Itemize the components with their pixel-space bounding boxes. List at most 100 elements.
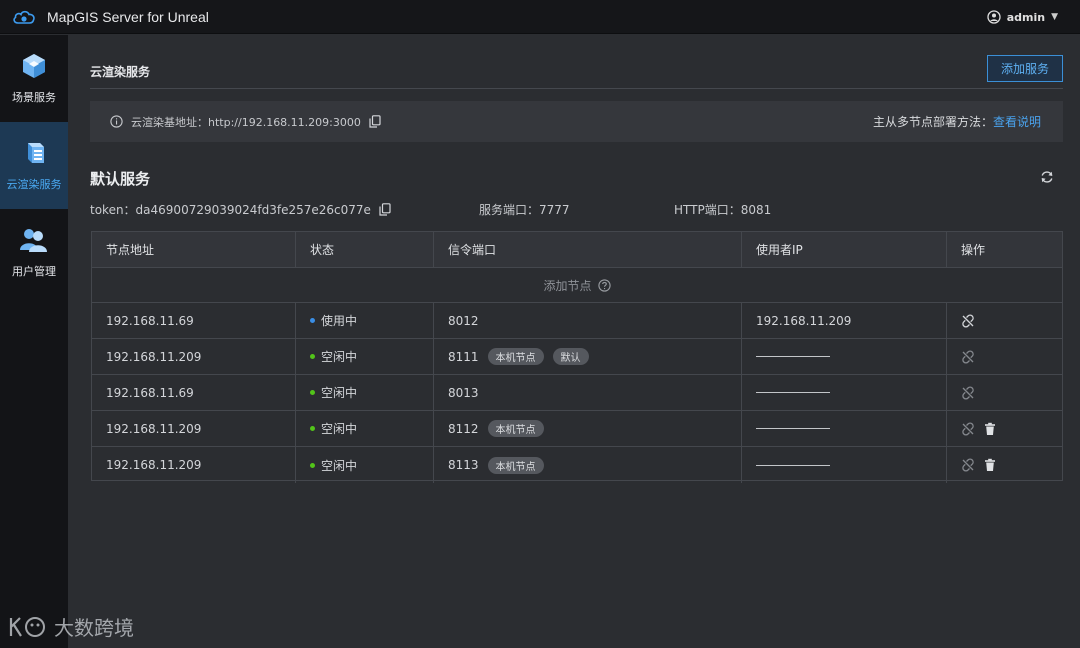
column-header: 使用者IP	[742, 232, 947, 267]
trash-icon[interactable]	[983, 422, 997, 436]
add-node-label: 添加节点	[543, 278, 592, 293]
sidebar-item-scene-service[interactable]: 场景服务	[0, 35, 68, 122]
title-divider	[90, 88, 1063, 89]
actions-cell	[947, 303, 1062, 338]
node-address-cell: 192.168.11.69	[92, 303, 296, 338]
column-header: 节点地址	[92, 232, 296, 267]
status-dot	[310, 426, 315, 431]
status-text: 空闲中	[321, 458, 358, 473]
status-text: 空闲中	[321, 386, 358, 400]
deploy-help: 主从多节点部署方法： 查看说明	[873, 101, 1041, 142]
unlink-icon[interactable]	[961, 421, 975, 436]
chevron-down-icon: ▼	[1051, 12, 1058, 22]
unlink-icon[interactable]	[961, 313, 975, 328]
table-row: 192.168.11.209 空闲中 8113 本机节点	[92, 447, 1062, 483]
user-icon	[987, 10, 1001, 24]
status-text: 空闲中	[321, 422, 358, 436]
table-row: 192.168.11.209 空闲中 8111 本机节点 默认	[92, 339, 1062, 375]
sidebar: 场景服务 云渲染服务 用户管理	[0, 35, 68, 648]
node-address-cell: 192.168.11.209	[92, 339, 296, 374]
view-instructions-link[interactable]: 查看说明	[993, 113, 1041, 130]
unlink-icon[interactable]	[961, 349, 975, 364]
node-address-cell: 192.168.11.209	[92, 411, 296, 446]
column-header: 操作	[961, 243, 986, 257]
signal-port: 8112	[448, 421, 479, 436]
add-node-row[interactable]: 添加节点	[92, 268, 1062, 303]
signal-port: 8113	[448, 458, 479, 472]
watermark-text: 大数跨境	[54, 616, 134, 640]
trash-icon[interactable]	[983, 458, 997, 472]
status-cell: 空闲中	[296, 411, 434, 446]
status-text: 空闲中	[321, 350, 358, 364]
token-field: token：da46900729039024fd3fe257e26c077e	[90, 201, 391, 218]
status-dot	[310, 462, 315, 468]
status-cell: 空闲中	[296, 375, 434, 410]
watermark: 大数跨境	[8, 612, 134, 641]
status-dot	[310, 318, 315, 323]
signal-port: 8111	[448, 349, 479, 364]
app-title: MapGIS Server for Unreal	[47, 8, 209, 25]
user-ip-cell	[742, 339, 947, 374]
service-title: 默认服务	[90, 170, 151, 188]
actions-cell	[947, 375, 1062, 410]
nodes-table: 节点地址 状态 信令端口 使用者IP 操作 添加节点 192.168.11.69…	[91, 231, 1063, 483]
unlink-icon[interactable]	[961, 458, 975, 472]
signal-port-cell: 8013	[434, 375, 742, 410]
node-address-cell: 192.168.11.69	[92, 375, 296, 410]
server-icon	[20, 139, 48, 167]
status-dot	[310, 390, 315, 395]
status-cell: 空闲中	[296, 339, 434, 374]
copy-icon[interactable]	[379, 203, 391, 216]
user-ip-cell	[742, 411, 947, 446]
user-name: admin	[1006, 10, 1046, 24]
signal-port: 8012	[448, 313, 479, 328]
page-title: 云渲染服务	[90, 65, 151, 79]
sidebar-item-label: 云渲染服务	[6, 178, 62, 191]
refresh-icon[interactable]	[1040, 170, 1054, 184]
add-service-button[interactable]: 添加服务	[987, 55, 1063, 82]
column-header: 信令端口	[434, 232, 742, 267]
sidebar-item-label: 用户管理	[12, 265, 56, 278]
signal-port-cell: 8112 本机节点	[434, 411, 742, 446]
node-address: 192.168.11.69	[106, 313, 194, 328]
signal-port: 8013	[448, 385, 479, 400]
help-icon[interactable]	[597, 278, 611, 292]
base-url-text: 云渲染基地址：http://192.168.11.209:3000	[131, 115, 361, 129]
node-address: 192.168.11.209	[106, 458, 202, 472]
status-cell: 使用中	[296, 303, 434, 338]
copy-icon[interactable]	[369, 115, 381, 128]
node-address: 192.168.11.69	[106, 385, 194, 400]
actions-cell	[947, 339, 1062, 374]
watermark-logo-icon	[8, 613, 48, 641]
unlink-icon[interactable]	[961, 385, 975, 400]
sidebar-item-label: 场景服务	[12, 91, 56, 104]
table-row: 192.168.11.209 空闲中 8112 本机节点	[92, 411, 1062, 447]
empty-dash	[756, 392, 830, 393]
info-icon	[110, 115, 123, 128]
status-dot	[310, 354, 315, 359]
node-tag: 默认	[552, 348, 589, 365]
node-tag: 本机节点	[487, 456, 544, 474]
sidebar-item-cloud-render[interactable]: 云渲染服务	[0, 122, 68, 209]
empty-dash	[756, 356, 830, 357]
users-icon	[19, 226, 49, 254]
user-ip: 192.168.11.209	[756, 313, 852, 328]
node-address-cell: 192.168.11.209	[92, 447, 296, 483]
user-menu[interactable]: admin ▼	[987, 0, 1058, 34]
status-text: 使用中	[321, 314, 358, 328]
http-port: HTTP端口：8081	[674, 203, 772, 217]
service-port: 服务端口：7777	[479, 203, 570, 217]
top-bar: MapGIS Server for Unreal admin ▼	[0, 0, 1080, 34]
table-row: 192.168.11.69 使用中 8012 192.168.11.209	[92, 303, 1062, 339]
node-tag: 本机节点	[487, 420, 544, 437]
signal-port-cell: 8111 本机节点 默认	[434, 339, 742, 374]
token-text: token：da46900729039024fd3fe257e26c077e	[90, 203, 371, 217]
main-content: 云渲染服务 添加服务 云渲染基地址：http://192.168.11.209:…	[9, 35, 1080, 648]
user-ip-cell	[742, 375, 947, 410]
user-ip-cell: 192.168.11.209	[742, 303, 947, 338]
sidebar-item-user-management[interactable]: 用户管理	[0, 209, 68, 296]
actions-cell	[947, 447, 1062, 483]
table-header: 节点地址 状态 信令端口 使用者IP 操作	[92, 232, 1062, 268]
cloud-logo-icon	[12, 7, 36, 27]
column-header: 状态	[296, 232, 434, 267]
